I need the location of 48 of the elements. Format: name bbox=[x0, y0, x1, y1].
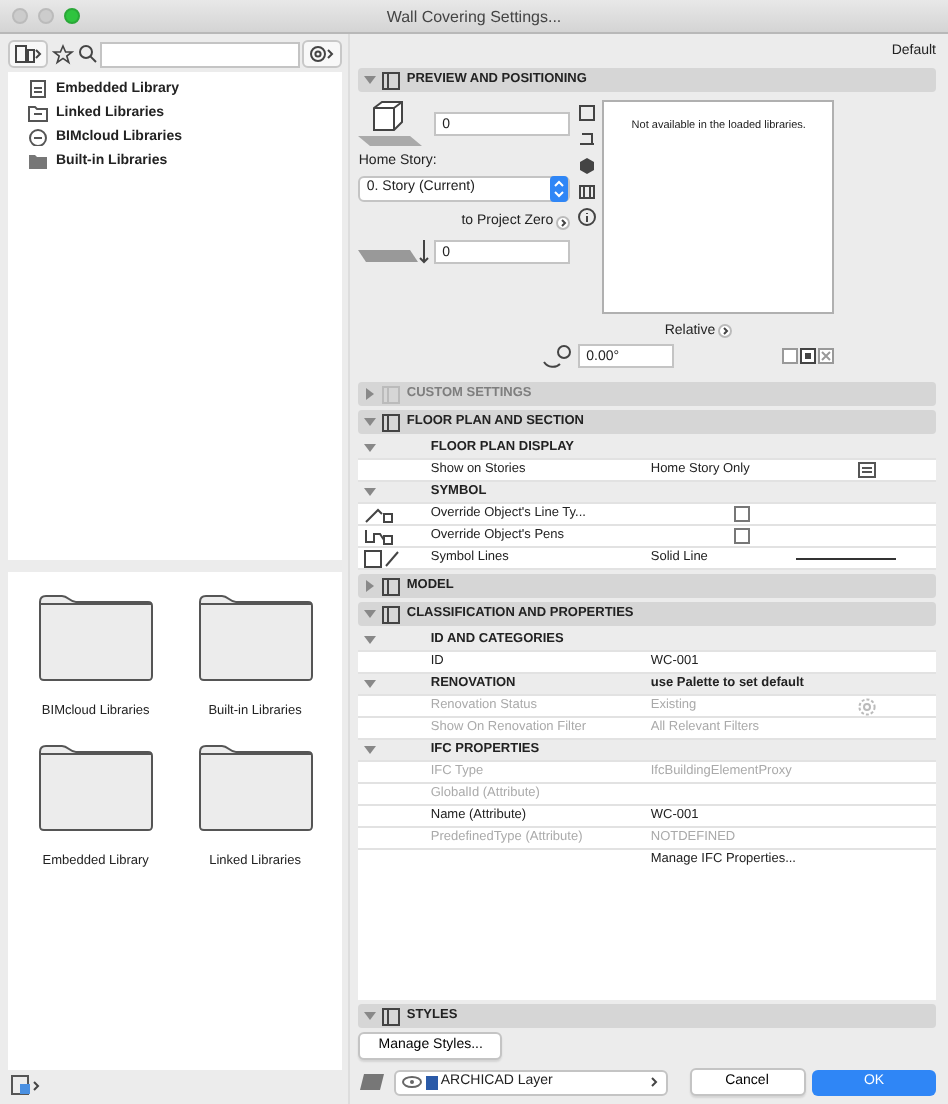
panel-icon bbox=[382, 71, 401, 89]
collapse-triangle-icon[interactable] bbox=[364, 1010, 377, 1022]
3d-view-icon[interactable] bbox=[577, 155, 596, 176]
search-icon[interactable] bbox=[77, 44, 97, 64]
layer-type-icon bbox=[425, 1075, 438, 1089]
linked-folder-icon bbox=[28, 104, 48, 123]
collapse-triangle-icon[interactable] bbox=[364, 74, 377, 86]
collapse-triangle-icon[interactable] bbox=[364, 744, 377, 756]
library-manager-icon[interactable] bbox=[8, 1074, 44, 1098]
floor-slab-icon bbox=[358, 237, 431, 265]
collapse-triangle-icon[interactable] bbox=[364, 678, 377, 690]
plan-view-icon[interactable] bbox=[577, 103, 596, 124]
folder-icon bbox=[28, 152, 48, 171]
info-icon[interactable] bbox=[577, 207, 596, 228]
folder-icon[interactable] bbox=[37, 591, 154, 682]
star-icon[interactable] bbox=[51, 43, 74, 65]
pen-icon bbox=[364, 527, 397, 545]
window-zoom-button[interactable] bbox=[64, 8, 80, 24]
checkbox-icon[interactable] bbox=[781, 348, 798, 364]
expand-triangle-icon[interactable] bbox=[364, 580, 377, 592]
folder-icon[interactable] bbox=[197, 741, 314, 831]
checkbox[interactable] bbox=[734, 528, 751, 544]
collapse-triangle-icon[interactable] bbox=[364, 416, 377, 428]
document-icon bbox=[28, 80, 48, 99]
eye-icon[interactable] bbox=[401, 1076, 422, 1088]
line-sample-icon bbox=[796, 555, 896, 561]
section-view-icon[interactable] bbox=[577, 129, 596, 150]
settings-button[interactable] bbox=[302, 40, 343, 68]
chevron-icon[interactable] bbox=[556, 216, 571, 230]
collapse-triangle-icon[interactable] bbox=[364, 608, 377, 620]
collapse-triangle-icon[interactable] bbox=[364, 634, 377, 646]
folder-icon[interactable] bbox=[37, 741, 154, 831]
collapse-triangle-icon[interactable] bbox=[364, 442, 377, 454]
library-filter-button[interactable] bbox=[8, 40, 48, 68]
settings-icon bbox=[308, 44, 337, 64]
line-type-icon bbox=[364, 505, 397, 523]
layer-icon bbox=[358, 1072, 387, 1092]
folder-icon[interactable] bbox=[197, 591, 314, 682]
checkbox[interactable] bbox=[734, 506, 751, 522]
chevron-icon bbox=[650, 1076, 658, 1088]
search-field[interactable] bbox=[100, 41, 300, 67]
library-icon bbox=[14, 44, 42, 64]
stepper-icon bbox=[550, 176, 569, 202]
collapse-triangle-icon[interactable] bbox=[364, 486, 377, 498]
window-title: Wall Covering Settings... bbox=[386, 6, 562, 30]
chevron-icon[interactable] bbox=[718, 324, 733, 339]
elevation-view-icon[interactable] bbox=[577, 181, 596, 202]
story-icon bbox=[857, 462, 875, 478]
